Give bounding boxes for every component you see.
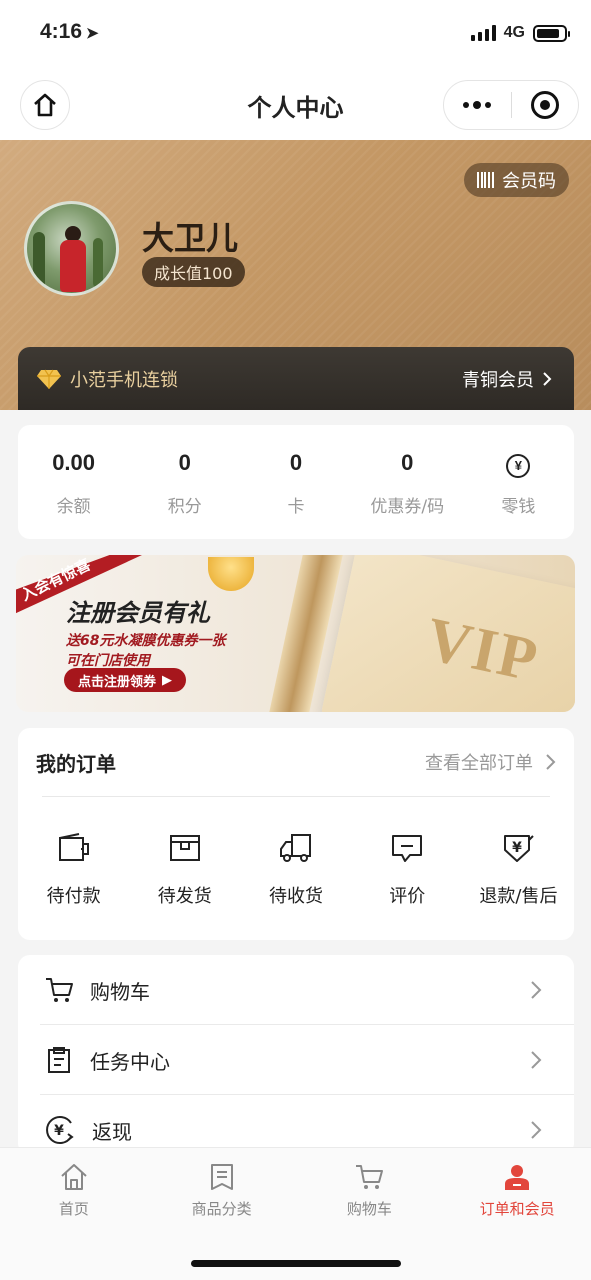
nav-bar: 个人中心 (0, 70, 591, 140)
stat-cards[interactable]: 0卡 (240, 425, 351, 539)
tab-label: 首页 (58, 1200, 89, 1218)
member-code-label: 会员码 (502, 171, 556, 192)
home-icon (61, 1164, 87, 1190)
comment-icon (392, 835, 423, 862)
view-all-label: 查看全部订单 (425, 753, 533, 774)
tab-category[interactable]: 商品分类 (148, 1148, 296, 1233)
membership-bar[interactable]: 小范手机连锁 青铜会员 (18, 347, 574, 410)
asset-stats: 0.00 余额 0 积分 0卡 0 优惠券/码 ¥ 零钱 (18, 425, 574, 539)
order-pending-shipment[interactable]: 待发货 (129, 832, 240, 908)
stat-value: 0 (178, 450, 191, 475)
register-button-label: 点击注册领券 (78, 674, 157, 690)
status-time: 4:16 ➤ (40, 20, 99, 43)
refund-icon: ¥ (504, 835, 535, 862)
user-icon (505, 1165, 530, 1190)
chevron-right-icon (531, 1121, 542, 1139)
barcode-icon (477, 172, 494, 188)
menu-item-label: 购物车 (90, 979, 150, 1004)
stat-label: 零钱 (501, 497, 536, 517)
location-arrow-icon: ➤ (86, 25, 99, 42)
close-button[interactable] (512, 91, 579, 119)
mini-program-capsule (443, 80, 579, 130)
order-pending-payment[interactable]: 待付款 (18, 832, 129, 908)
register-banner[interactable]: VIP 入会有惊喜 注册会员有礼 送68元水凝膜优惠券一张 可在门店使用 点击注… (16, 555, 575, 712)
svg-text:¥: ¥ (513, 840, 523, 856)
menu-item-label: 任务中心 (90, 1049, 170, 1074)
stat-label: 积分 (167, 497, 202, 517)
menu-list: 购物车 任务中心 ¥ 返现 (18, 955, 574, 1155)
menu-item-task-center[interactable]: 任务中心 (18, 1025, 574, 1095)
order-review[interactable]: 评价 (352, 832, 463, 908)
bottom-tab-bar: 首页 商品分类 购物车 订单和会员 (0, 1147, 591, 1280)
orders-title: 我的订单 (36, 751, 116, 776)
growth-badge[interactable]: 成长值100 (142, 257, 245, 287)
wallet-icon (58, 833, 89, 861)
tab-orders-member[interactable]: 订单和会员 (443, 1148, 591, 1233)
chevron-right-icon (546, 754, 556, 770)
target-icon (530, 91, 559, 119)
stat-value: 0.00 (52, 450, 96, 475)
stat-points[interactable]: 0 积分 (129, 425, 240, 539)
network-type: 4G (503, 24, 525, 41)
tab-home[interactable]: 首页 (0, 1148, 148, 1233)
yuan-coin-icon: ¥ (506, 453, 531, 478)
menu-item-label: 返现 (92, 1119, 132, 1144)
stat-value: 0 (289, 450, 303, 475)
package-icon (169, 835, 200, 861)
profile-header: 会员码 大卫儿 成长值100 小范手机连锁 青铜会员 (0, 140, 591, 410)
stat-label: 余额 (56, 497, 91, 517)
banner-title: 注册会员有礼 (66, 599, 210, 627)
cashback-icon: ¥ (46, 1116, 74, 1144)
more-button[interactable] (444, 100, 511, 109)
register-button[interactable]: 点击注册领券 ▶ (64, 668, 187, 692)
order-label: 评价 (389, 886, 426, 907)
member-level-label: 青铜会员 (462, 369, 534, 391)
cart-icon (356, 1165, 384, 1189)
chevron-right-icon (531, 1051, 542, 1069)
svg-text:¥: ¥ (54, 1123, 64, 1139)
chevron-right-icon (531, 981, 542, 999)
category-icon (210, 1164, 233, 1190)
order-refund[interactable]: ¥ 退款/售后 (463, 832, 574, 908)
order-label: 待收货 (269, 886, 323, 907)
home-indicator (191, 1260, 401, 1267)
order-label: 退款/售后 (479, 886, 558, 907)
status-bar: 4:16 ➤ 4G (0, 0, 591, 70)
stat-balance[interactable]: 0.00 余额 (18, 425, 129, 539)
clipboard-icon (48, 1047, 70, 1073)
chevron-right-icon (543, 371, 552, 386)
tab-label: 订单和会员 (479, 1200, 555, 1218)
menu-item-cashback[interactable]: ¥ 返现 (18, 1095, 574, 1155)
username: 大卫儿 (142, 219, 239, 257)
banner-line-2: 可在门店使用 (66, 653, 150, 669)
gold-coin-icon (208, 557, 254, 591)
tab-label: 购物车 (346, 1200, 392, 1218)
stat-coupons[interactable]: 0 优惠券/码 (352, 425, 463, 539)
tab-label: 商品分类 (191, 1200, 252, 1218)
stat-label: 优惠券/码 (370, 497, 445, 517)
stat-label: 卡 (287, 497, 305, 517)
cart-icon (46, 978, 73, 1002)
order-label: 待发货 (157, 886, 212, 907)
member-level-link[interactable]: 青铜会员 (462, 366, 552, 392)
battery-icon (533, 24, 570, 42)
store-name: 小范手机连锁 (70, 369, 178, 391)
banner-line-1: 送68元水凝膜优惠券一张 (66, 633, 226, 649)
signal-icon (470, 25, 496, 41)
avatar[interactable] (24, 201, 119, 296)
order-pending-receipt[interactable]: 待收货 (240, 832, 351, 908)
play-arrow-icon: ▶ (162, 672, 173, 688)
stat-value: 0 (401, 450, 414, 475)
member-code-button[interactable]: 会员码 (464, 163, 569, 197)
stat-change[interactable]: ¥ 零钱 (463, 425, 574, 539)
my-orders-card: 我的订单 查看全部订单 待付款 待发货 待收货 评价 ¥ 退款/售后 (18, 728, 574, 940)
view-all-orders-link[interactable]: 查看全部订单 (425, 749, 556, 775)
order-label: 待付款 (46, 886, 101, 907)
menu-item-cart[interactable]: 购物车 (18, 955, 574, 1025)
tab-cart[interactable]: 购物车 (296, 1148, 444, 1233)
diamond-icon (37, 369, 61, 389)
truck-icon (280, 834, 311, 862)
